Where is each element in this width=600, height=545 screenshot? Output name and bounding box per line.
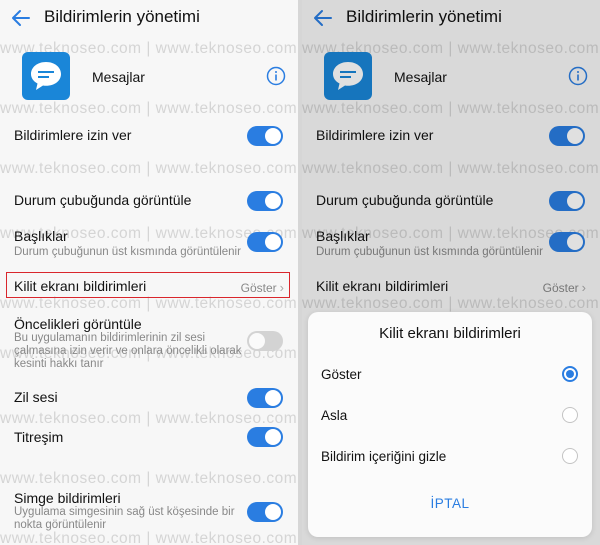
status-bar-toggle[interactable] [247, 191, 283, 211]
right-screen: www.teknoseo.com | www.teknoseo.com | ww… [302, 0, 600, 545]
ringtone-label: Zil sesi [14, 389, 58, 405]
info-icon[interactable] [266, 66, 286, 86]
lock-screen-value-text: Göster [240, 281, 277, 295]
watermark: www.teknoseo.com | www.teknoseo.com | ww… [0, 470, 298, 487]
banners-description: Durum çubuğunun üst kısmında görüntüleni… [14, 246, 241, 258]
watermark: www.teknoseo.com | www.teknoseo.com | ww… [0, 160, 298, 177]
dialog-title: Kilit ekranı bildirimleri [379, 325, 521, 342]
status-bar-label: Durum çubuğunda görüntüle [14, 192, 192, 208]
priority-description-line: kesinti hakkı tanır [14, 358, 104, 370]
priority-toggle[interactable] [247, 331, 283, 351]
left-screen: www.teknoseo.com | www.teknoseo.com | ww… [0, 0, 298, 545]
banners-toggle[interactable] [247, 232, 283, 252]
badge-toggle[interactable] [247, 502, 283, 522]
back-arrow-icon[interactable] [10, 7, 32, 29]
lock-screen-value[interactable]: Göster › [241, 280, 284, 295]
badge-description-line: Uygulama simgesinin sağ üst köşesinde bi… [14, 506, 235, 518]
app-name: Mesajlar [92, 69, 145, 85]
page-title: Bildirimlerin yönetimi [44, 7, 200, 26]
option-show-label[interactable]: Göster [321, 367, 362, 382]
watermark: www.teknoseo.com | www.teknoseo.com | ww… [0, 410, 298, 427]
priority-description-line: Bu uygulamanın bildirimlerinin zil sesi [14, 332, 206, 344]
vibration-toggle[interactable] [247, 427, 283, 447]
watermark: www.teknoseo.com | www.teknoseo.com | ww… [0, 530, 298, 545]
allow-notifications-toggle[interactable] [247, 126, 283, 146]
option-show-radio[interactable] [562, 366, 578, 382]
option-hide-content-label[interactable]: Bildirim içeriğini gizle [321, 449, 446, 464]
lock-screen-dialog: Kilit ekranı bildirimleri Göster Asla Bi… [308, 312, 592, 537]
option-hide-content-radio[interactable] [562, 448, 578, 464]
allow-notifications-label: Bildirimlere izin ver [14, 127, 132, 143]
chevron-right-icon: › [279, 280, 284, 295]
messages-icon [22, 52, 70, 100]
priority-description-line: çalmasına izin verir ve onlara öncelikli… [14, 345, 242, 357]
banners-label: Başlıklar [14, 228, 68, 244]
option-never-label[interactable]: Asla [321, 408, 347, 423]
watermark: www.teknoseo.com | www.teknoseo.com | ww… [0, 100, 298, 117]
cancel-button[interactable]: İPTAL [308, 496, 592, 511]
badge-description-line: nokta görüntülenir [14, 519, 107, 531]
vibration-label: Titreşim [14, 429, 64, 445]
ringtone-toggle[interactable] [247, 388, 283, 408]
lock-screen-label[interactable]: Kilit ekranı bildirimleri [14, 278, 146, 294]
priority-label: Öncelikleri görüntüle [14, 316, 142, 332]
option-never-radio[interactable] [562, 407, 578, 423]
badge-label: Simge bildirimleri [14, 490, 121, 506]
